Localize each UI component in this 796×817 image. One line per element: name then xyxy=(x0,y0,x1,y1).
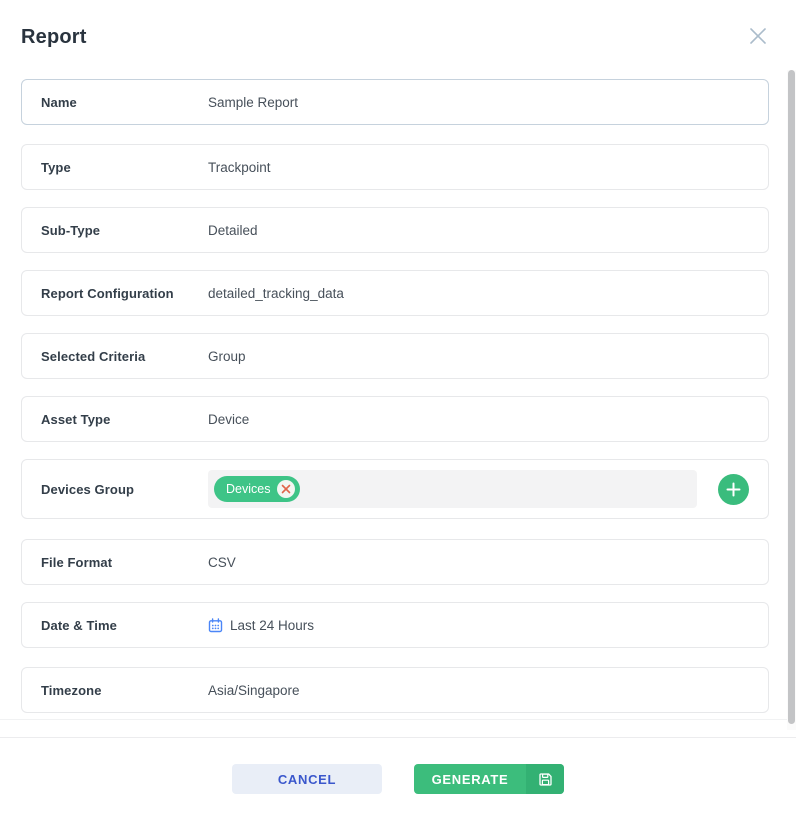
modal-header: Report xyxy=(0,0,796,79)
cancel-button[interactable]: CANCEL xyxy=(232,764,382,794)
field-value: Trackpoint xyxy=(208,159,271,175)
field-row-report-configuration[interactable]: Report Configuration detailed_tracking_d… xyxy=(21,270,769,316)
field-row-sub-type[interactable]: Sub-Type Detailed xyxy=(21,207,769,253)
field-label: Sub-Type xyxy=(41,222,101,238)
field-row-devices-group: Devices Group Devices xyxy=(21,459,769,519)
device-group-chip: Devices xyxy=(214,476,301,502)
field-value: Detailed xyxy=(208,222,258,238)
field-value: detailed_tracking_data xyxy=(208,285,344,301)
field-value: Last 24 Hours xyxy=(208,618,314,633)
content-bottom-divider xyxy=(0,719,796,720)
field-label: File Format xyxy=(41,554,113,570)
field-value: Asia/Singapore xyxy=(208,682,300,698)
close-x-icon xyxy=(747,25,769,47)
plus-icon xyxy=(725,481,742,498)
close-button[interactable] xyxy=(746,24,770,48)
field-row-asset-type[interactable]: Asset Type Device xyxy=(21,396,769,442)
date-range-value: Last 24 Hours xyxy=(230,617,315,633)
scrollbar-thumb[interactable] xyxy=(788,70,795,724)
modal-title: Report xyxy=(21,26,87,48)
calendar-icon xyxy=(208,617,223,633)
field-row-file-format[interactable]: File Format CSV xyxy=(21,539,769,585)
field-label: Selected Criteria xyxy=(41,348,146,364)
field-value: Device xyxy=(208,411,250,427)
x-circle-icon xyxy=(281,484,291,494)
field-row-selected-criteria[interactable]: Selected Criteria Group xyxy=(21,333,769,379)
field-label: Type xyxy=(41,159,71,175)
generate-button[interactable]: GENERATE xyxy=(414,764,564,794)
field-label: Devices Group xyxy=(41,481,135,497)
modal-footer: CANCEL GENERATE xyxy=(0,737,796,817)
field-label: Timezone xyxy=(41,682,102,698)
field-row-name[interactable]: Name Sample Report xyxy=(21,79,769,125)
form-rows: Name Sample Report Type Trackpoint Sub-T… xyxy=(21,79,769,730)
chip-remove-button[interactable] xyxy=(277,480,296,498)
field-label: Report Configuration xyxy=(41,285,174,301)
field-label: Date & Time xyxy=(41,617,117,633)
field-row-timezone[interactable]: Timezone Asia/Singapore xyxy=(21,667,769,713)
field-value: Group xyxy=(208,348,246,364)
add-device-group-button[interactable] xyxy=(718,473,749,505)
save-floppy-icon xyxy=(526,764,564,794)
devices-group-input[interactable]: Devices xyxy=(208,470,697,508)
chip-label: Devices xyxy=(226,482,271,496)
field-value: Sample Report xyxy=(208,94,299,110)
field-label: Asset Type xyxy=(41,411,111,427)
field-row-type[interactable]: Type Trackpoint xyxy=(21,144,769,190)
field-row-date-time[interactable]: Date & Time Last 24 Hours xyxy=(21,602,769,648)
field-value: CSV xyxy=(208,554,236,570)
report-modal: Report Name Sample Report Type Trackpoin… xyxy=(0,0,796,817)
field-label: Name xyxy=(41,94,77,110)
generate-button-label: GENERATE xyxy=(431,771,509,787)
